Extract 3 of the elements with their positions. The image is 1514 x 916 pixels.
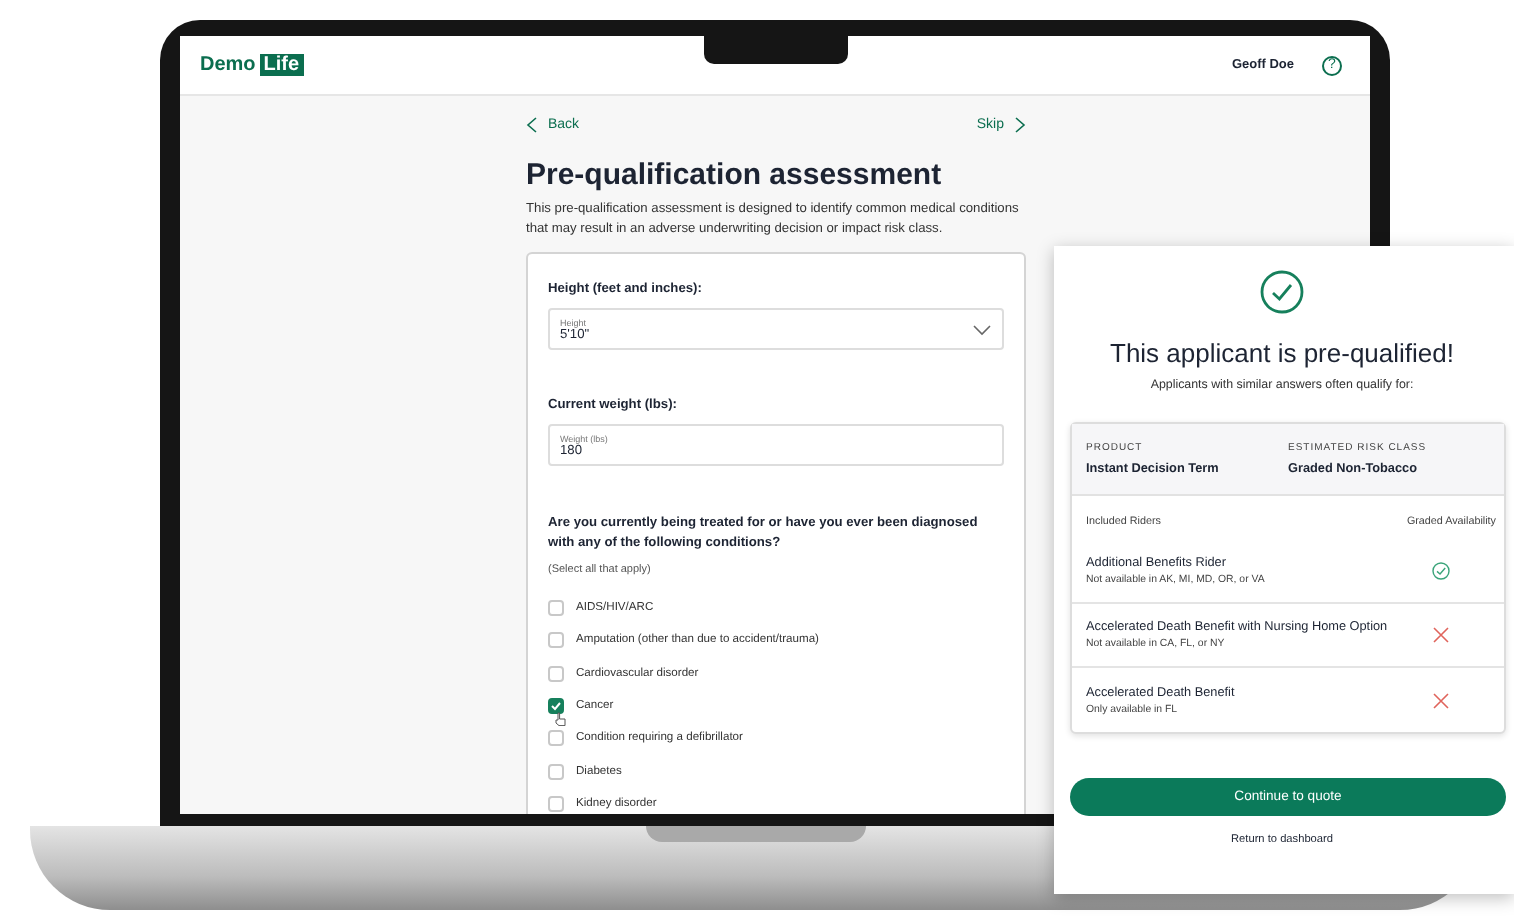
result-title: This applicant is pre-qualified! bbox=[1110, 338, 1454, 368]
logo[interactable]: Demo Life bbox=[200, 54, 304, 76]
page-title: Pre-qualification assessment bbox=[526, 158, 944, 192]
